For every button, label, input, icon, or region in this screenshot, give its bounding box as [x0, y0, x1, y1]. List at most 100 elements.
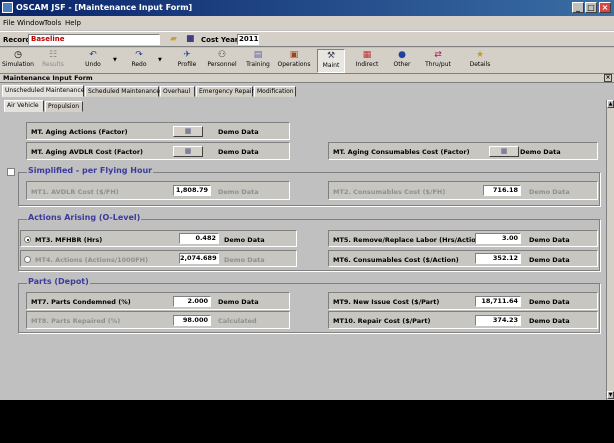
subtab-air-vehicle[interactable]: Air Vehicle — [4, 100, 44, 112]
undo-dropdown-icon[interactable]: ▼ — [113, 57, 117, 63]
actions-arising-title: Actions Arising (O-Level) — [27, 213, 142, 222]
actions-radio[interactable] — [24, 256, 31, 263]
actions-row: MT4. Actions (Actions/1000FH) 2,074.689 … — [20, 250, 297, 267]
parts-depot-group: Parts (Depot) MT7. Parts Condemned (%) 2… — [18, 277, 600, 333]
results-button[interactable]: ☷ Results — [38, 49, 68, 73]
aging-avdlr-chart-button[interactable]: ▦ — [173, 146, 203, 157]
new-issue-cost-source: Demo Data — [529, 298, 570, 306]
mfhbr-row: MT3. MFHBR (Hrs) 0.482 Demo Data — [20, 230, 297, 247]
consumables-per-action-field[interactable]: 352.12 — [475, 253, 521, 264]
aging-consumables-chart-button[interactable]: ▦ — [489, 146, 519, 157]
details-button[interactable]: ★ Details — [466, 49, 494, 73]
consumables-cost-field[interactable]: 716.18 — [483, 185, 521, 196]
training-button[interactable]: ▤ Training — [244, 49, 272, 73]
parts-repaired-field: 98.000 — [173, 315, 211, 326]
minimize-button[interactable]: _ — [572, 2, 584, 13]
remove-replace-row: MT5. Remove/Replace Labor (Hrs/Action) 3… — [328, 230, 598, 247]
profile-button[interactable]: ✈ Profile — [174, 49, 200, 73]
main-toolbar: ◷ Simulation ☷ Results ↶ Undo ▼ ↷ Redo ▼ ✈ Pr… — [0, 48, 614, 74]
maint-button[interactable]: ⚒ Maint — [317, 49, 345, 73]
indirect-button[interactable]: ▦ Indirect — [352, 49, 382, 73]
scroll-up-icon[interactable]: ▲ — [607, 100, 614, 108]
mfhbr-radio[interactable] — [24, 236, 31, 243]
parts-repaired-label: MT8. Parts Repaired (%) — [31, 317, 121, 325]
new-issue-cost-row: MT9. New Issue Cost ($/Part) 18,711.64 D… — [328, 292, 598, 310]
menu-tools[interactable]: Tools — [44, 19, 61, 27]
avdlr-cost-label: MT1. AVDLR Cost ($/FH) — [31, 188, 119, 196]
form-title: Maintenance Input Form — [3, 74, 93, 82]
aging-actions-label: MT. Aging Actions (Factor) — [31, 128, 128, 136]
mfhbr-label: MT3. MFHBR (Hrs) — [35, 236, 103, 244]
tab-unscheduled-maintenance[interactable]: Unscheduled Maintenance — [2, 85, 84, 97]
personnel-button[interactable]: ⚇ Personnel — [205, 49, 239, 73]
menu-window[interactable]: Window — [17, 19, 45, 27]
throughput-button[interactable]: ⇄ Thru/put — [422, 49, 454, 73]
actions-source: Demo Data — [224, 256, 265, 264]
tab-emergency-repair[interactable]: Emergency Repair — [196, 86, 254, 97]
aging-consumables-label: MT. Aging Consumables Cost (Factor) — [333, 148, 470, 156]
undo-icon: ↶ — [89, 50, 97, 60]
simulation-button[interactable]: ◷ Simulation — [1, 49, 35, 73]
avdlr-cost-field[interactable]: 1,808.79 — [173, 185, 211, 196]
indirect-icon: ▦ — [362, 50, 372, 60]
parts-repaired-source: Calculated — [218, 317, 257, 325]
repair-cost-row: MT10. Repair Cost ($/Part) 374.23 Demo D… — [328, 311, 598, 329]
actions-field[interactable]: 2,074.689 — [179, 253, 219, 264]
menu-file[interactable]: File — [3, 19, 15, 27]
vertical-scrollbar[interactable]: ▲ ▼ — [606, 100, 614, 400]
record-field[interactable]: Baseline — [28, 34, 160, 45]
other-button[interactable]: ● Other — [389, 49, 415, 73]
training-icon: ▤ — [253, 50, 263, 60]
aging-actions-chart-button[interactable]: ▦ — [173, 126, 203, 137]
repair-cost-label: MT10. Repair Cost ($/Part) — [333, 317, 431, 325]
redo-button[interactable]: ↷ Redo — [126, 49, 152, 73]
simplified-group: Simplified - per Flying Hour MT1. AVDLR … — [18, 166, 600, 206]
bottom-area — [0, 400, 614, 443]
tab-scheduled-maintenance[interactable]: Scheduled Maintenance — [85, 86, 160, 97]
scroll-down-icon[interactable]: ▼ — [607, 391, 614, 399]
avdlr-cost-row: MT1. AVDLR Cost ($/FH) 1,808.79 Demo Dat… — [26, 181, 290, 200]
simplified-checkbox[interactable] — [7, 168, 15, 176]
wrench-icon: ⚒ — [326, 51, 336, 61]
aging-consumables-source: Demo Data — [520, 148, 561, 156]
profile-icon: ✈ — [183, 50, 191, 60]
aging-actions-row: MT. Aging Actions (Factor) ▦ Demo Data — [26, 122, 290, 140]
form-close-icon[interactable]: × — [604, 74, 612, 82]
aging-consumables-row: MT. Aging Consumables Cost (Factor) ▦ De… — [328, 142, 598, 160]
open-folder-icon[interactable]: ▰ — [170, 34, 177, 44]
repair-cost-source: Demo Data — [529, 317, 570, 325]
save-icon[interactable]: ■ — [186, 34, 195, 44]
results-icon: ☷ — [48, 50, 58, 60]
cost-year-label: Cost Year — [201, 36, 239, 44]
mfhbr-field[interactable]: 0.482 — [179, 233, 219, 244]
close-button[interactable]: × — [599, 2, 611, 13]
clock-icon: ◷ — [14, 50, 22, 60]
actions-arising-group: Actions Arising (O-Level) MT3. MFHBR (Hr… — [18, 213, 600, 271]
new-issue-cost-field[interactable]: 18,711.64 — [475, 296, 521, 307]
maximize-button[interactable]: □ — [585, 2, 597, 13]
aging-avdlr-row: MT. Aging AVDLR Cost (Factor) ▦ Demo Dat… — [26, 142, 290, 160]
aging-avdlr-source: Demo Data — [218, 148, 259, 156]
avdlr-cost-source: Demo Data — [218, 188, 259, 196]
redo-dropdown-icon[interactable]: ▼ — [158, 57, 162, 63]
details-icon: ★ — [475, 50, 485, 60]
record-bar: Record Baseline ▰ ■ Cost Year 2011 — [0, 31, 614, 47]
menu-bar: File Window Tools Help — [0, 16, 614, 30]
consumables-per-action-row: MT6. Consumables Cost ($/Action) 352.12 … — [328, 250, 598, 267]
undo-button[interactable]: ↶ Undo — [80, 49, 106, 73]
parts-condemned-field[interactable]: 2.000 — [173, 296, 211, 307]
consumables-cost-label: MT2. Consumables Cost ($/FH) — [333, 188, 446, 196]
subtab-propulsion[interactable]: Propulsion — [45, 101, 83, 112]
menu-help[interactable]: Help — [65, 19, 81, 27]
record-label: Record — [3, 36, 31, 44]
consumables-per-action-source: Demo Data — [529, 256, 570, 264]
mfhbr-source: Demo Data — [224, 236, 265, 244]
operations-button[interactable]: ▣ Operations — [276, 49, 312, 73]
repair-cost-field[interactable]: 374.23 — [475, 315, 521, 326]
parts-condemned-source: Demo Data — [218, 298, 259, 306]
tab-modification[interactable]: Modification — [254, 86, 296, 97]
parts-repaired-row: MT8. Parts Repaired (%) 98.000 Calculate… — [26, 311, 290, 329]
cost-year-field[interactable]: 2011 — [237, 34, 259, 45]
remove-replace-field[interactable]: 3.00 — [475, 233, 521, 244]
tab-overhaul[interactable]: Overhaul — [160, 86, 195, 97]
